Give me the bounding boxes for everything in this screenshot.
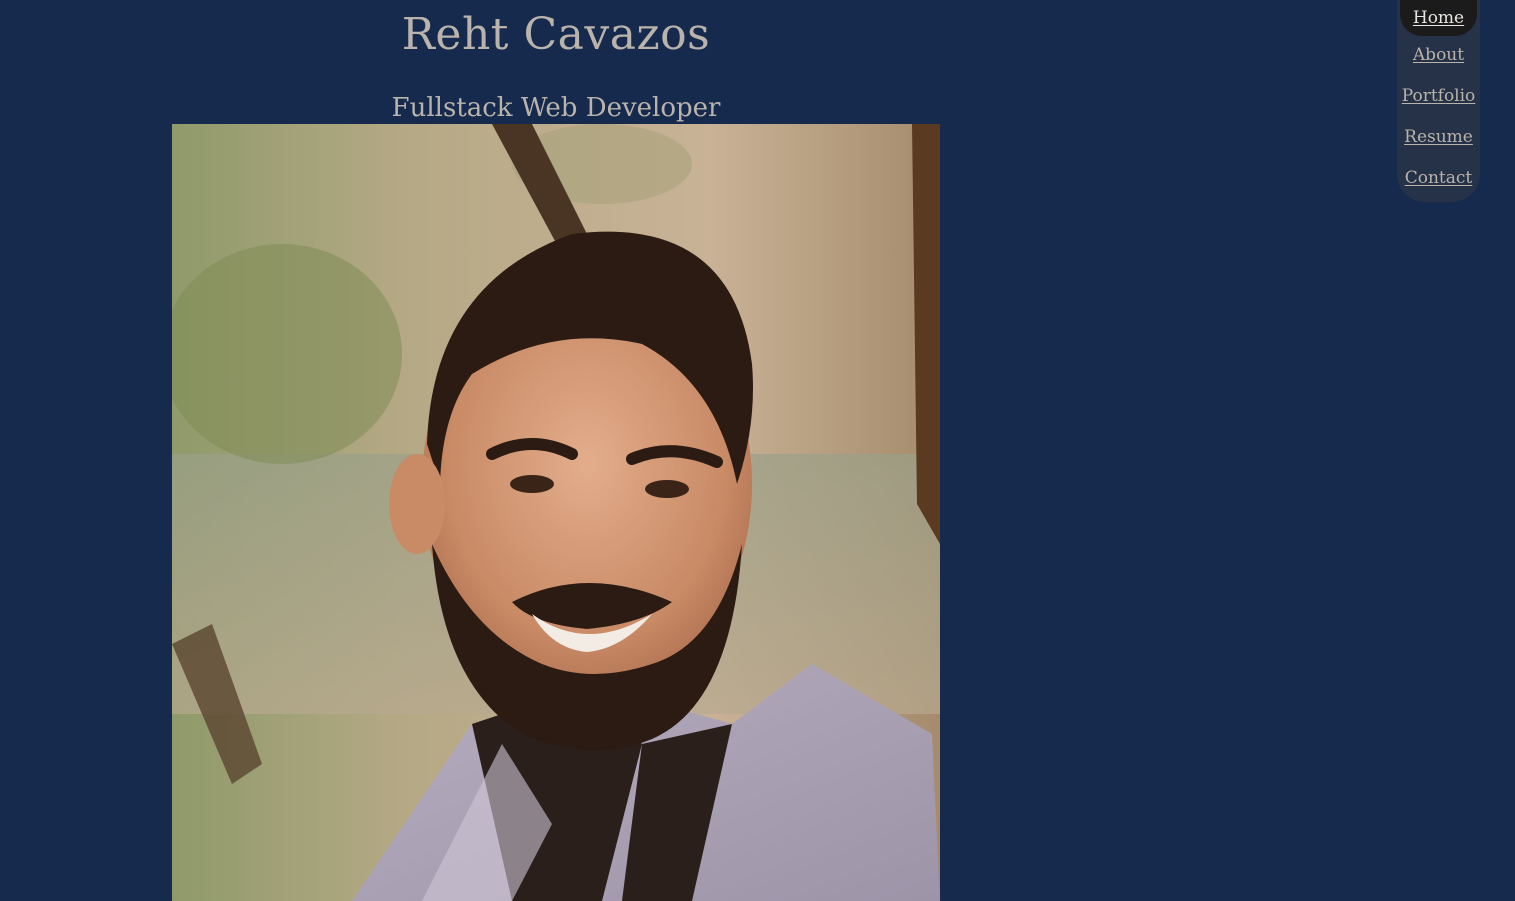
main-nav: Home About Portfolio Resume Contact xyxy=(1397,0,1480,202)
profile-photo xyxy=(172,124,940,901)
page-title: Reht Cavazos xyxy=(401,9,711,60)
nav-link-about[interactable]: About xyxy=(1397,43,1480,67)
page-subtitle: Fullstack Web Developer xyxy=(391,93,721,123)
nav-link-portfolio[interactable]: Portfolio xyxy=(1397,84,1480,108)
hero-header: Reht Cavazos Fullstack Web Developer xyxy=(172,0,940,124)
nav-link-contact[interactable]: Contact xyxy=(1397,166,1480,190)
nav-link-resume[interactable]: Resume xyxy=(1397,125,1480,149)
nav-link-home[interactable]: Home xyxy=(1400,0,1477,36)
